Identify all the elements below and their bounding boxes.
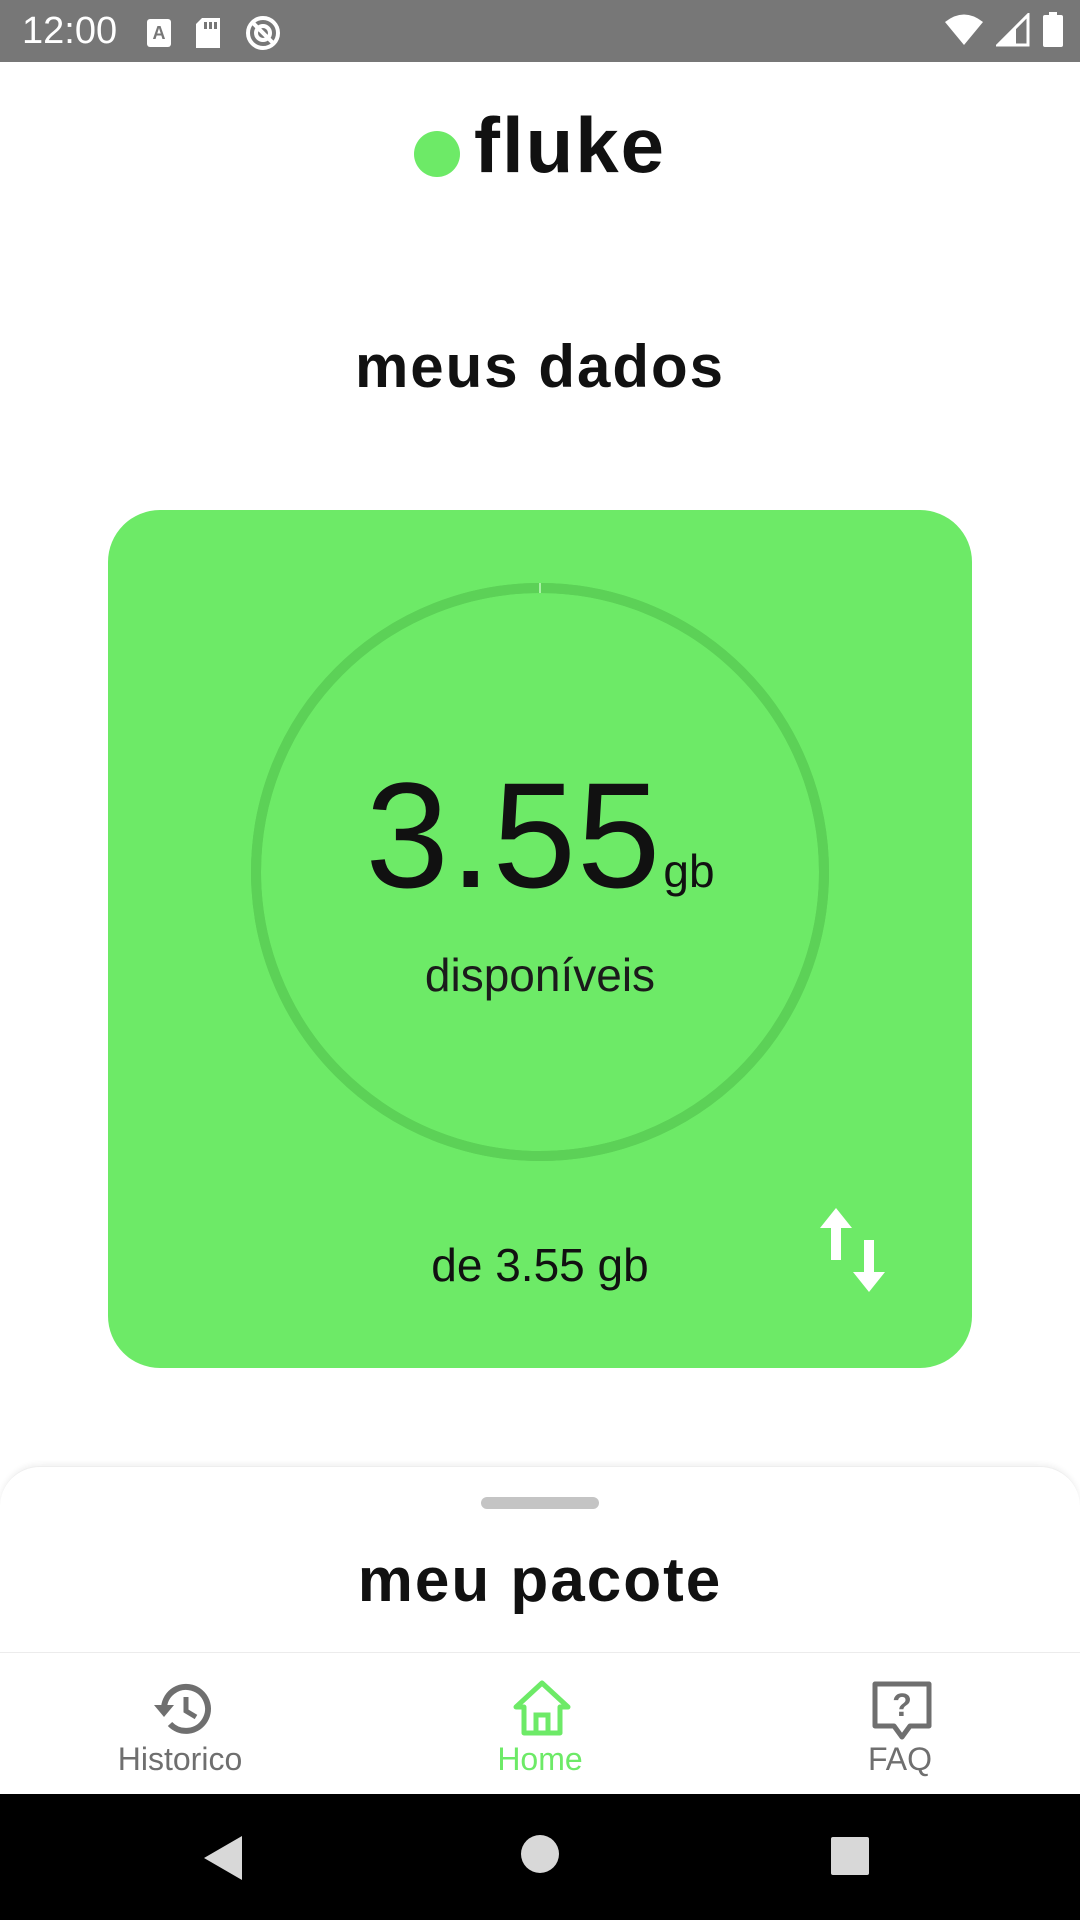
data-usage-card[interactable]: 3.55gb disponíveis de 3.55 gb <box>108 510 972 1368</box>
status-bar: 12:00 A <box>0 0 1080 62</box>
signal-icon <box>994 11 1030 52</box>
status-time: 12:00 <box>22 10 118 52</box>
nav-label-historico: Historico <box>117 1741 243 1777</box>
wifi-icon <box>944 13 984 52</box>
recents-icon[interactable] <box>830 1836 870 1881</box>
keyboard-a-icon: A <box>146 18 172 53</box>
nav-label-home: Home <box>497 1741 583 1777</box>
bottom-nav: Historico Home ? FAQ <box>0 1652 1080 1795</box>
usage-label: disponíveis <box>424 949 656 1001</box>
logo-text: fluke <box>474 100 667 189</box>
logo-dot <box>414 131 460 177</box>
usage-value: 3.55gb <box>108 760 972 910</box>
page-title: meus dados <box>354 333 726 400</box>
home-circle-icon[interactable] <box>520 1834 560 1879</box>
battery-icon <box>1042 12 1064 53</box>
package-bottom-sheet[interactable]: meu pacote <box>0 1466 1080 1653</box>
back-icon[interactable] <box>200 1834 246 1887</box>
sheet-drag-handle[interactable] <box>481 1497 599 1509</box>
sd-card-icon <box>194 17 222 54</box>
status-icons-right <box>944 11 1064 53</box>
svg-text:?: ? <box>892 1687 912 1723</box>
history-icon <box>150 1679 214 1744</box>
usage-unit: gb <box>663 845 715 897</box>
nav-item-home[interactable]: Home <box>360 1653 720 1795</box>
svg-text:A: A <box>153 23 166 43</box>
faq-icon: ? <box>870 1679 934 1748</box>
nav-item-historico[interactable]: Historico <box>0 1653 360 1795</box>
home-icon <box>510 1679 574 1744</box>
no-sync-icon <box>244 14 282 57</box>
app-logo: fluke <box>414 100 666 190</box>
status-icons-left: A <box>146 14 282 57</box>
nav-label-faq: FAQ <box>867 1741 932 1777</box>
system-nav-bar <box>0 1794 1080 1920</box>
nav-item-faq[interactable]: ? FAQ <box>720 1653 1080 1795</box>
transfer-arrows-icon[interactable] <box>820 1208 890 1297</box>
sheet-title: meu pacote <box>357 1546 723 1615</box>
usage-number: 3.55 <box>365 751 662 919</box>
